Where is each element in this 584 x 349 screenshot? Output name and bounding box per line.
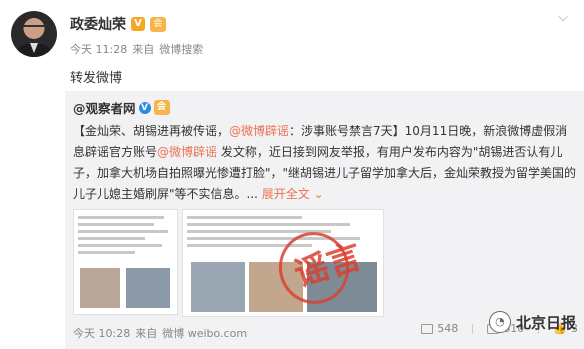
watermark: ◔ 北京日报 [488, 311, 576, 333]
repost-body: 【金灿荣、胡锡进再被传谣，@微博辟谣：涉事账号禁言7天】10月11日晚，新浪微博… [73, 121, 577, 205]
thumbnail-photo [191, 262, 245, 312]
member-badge-icon[interactable]: 会 [153, 100, 170, 115]
mention-link[interactable]: @微博辟谣 [157, 145, 217, 159]
chevron-down-icon[interactable]: ⌵ [558, 10, 568, 25]
image-thumbnails: 谣言 [73, 209, 384, 317]
avatar[interactable] [11, 11, 57, 57]
repost-author: @观察者网 V 会 [73, 98, 170, 117]
post-source-prefix: 来自 [132, 43, 155, 56]
author-name[interactable]: 政委灿荣 [70, 14, 126, 34]
divider [472, 323, 474, 334]
repost-count: 548 [437, 322, 459, 335]
thumbnail-image[interactable]: 谣言 [182, 209, 384, 317]
member-badge-icon[interactable]: 会 [150, 16, 166, 32]
thumbnail-image[interactable] [73, 209, 178, 315]
post-time[interactable]: 今天 11:28 [70, 41, 127, 57]
repost-source-prefix: 来自 [135, 327, 158, 340]
repost-source[interactable]: 微博 weibo.com [162, 325, 247, 341]
post-meta: 今天 11:28 来自 微博搜索 [70, 41, 203, 57]
repost-meta: 今天 10:28 来自 微博 weibo.com [73, 325, 247, 341]
thumbnail-photo [80, 268, 120, 308]
post-source[interactable]: 微博搜索 [159, 41, 203, 57]
post-author: 政委灿荣 V 会 [70, 14, 166, 34]
expand-full-text-link[interactable]: 展开全文 ⌄ [262, 187, 324, 201]
watermark-text: 北京日报 [515, 313, 576, 332]
verified-badge-icon[interactable]: V [138, 101, 151, 114]
repost-time[interactable]: 今天 10:28 [73, 325, 130, 341]
post-text: 转发微博 [70, 71, 123, 86]
vip-badge-icon[interactable]: V [131, 17, 145, 31]
thumbnail-text-lines [78, 216, 173, 258]
repost-icon [421, 323, 434, 334]
repost-author-name[interactable]: @观察者网 [73, 98, 136, 117]
wechat-icon: ◔ [488, 311, 511, 333]
repost-button[interactable]: 548 [421, 322, 458, 335]
avatar-glasses [23, 25, 45, 30]
thumbnail-photo [126, 268, 170, 308]
mention-link[interactable]: @微博辟谣 [229, 124, 289, 138]
repost-body-part1: 【金灿荣、胡锡进再被传谣， [73, 124, 230, 138]
